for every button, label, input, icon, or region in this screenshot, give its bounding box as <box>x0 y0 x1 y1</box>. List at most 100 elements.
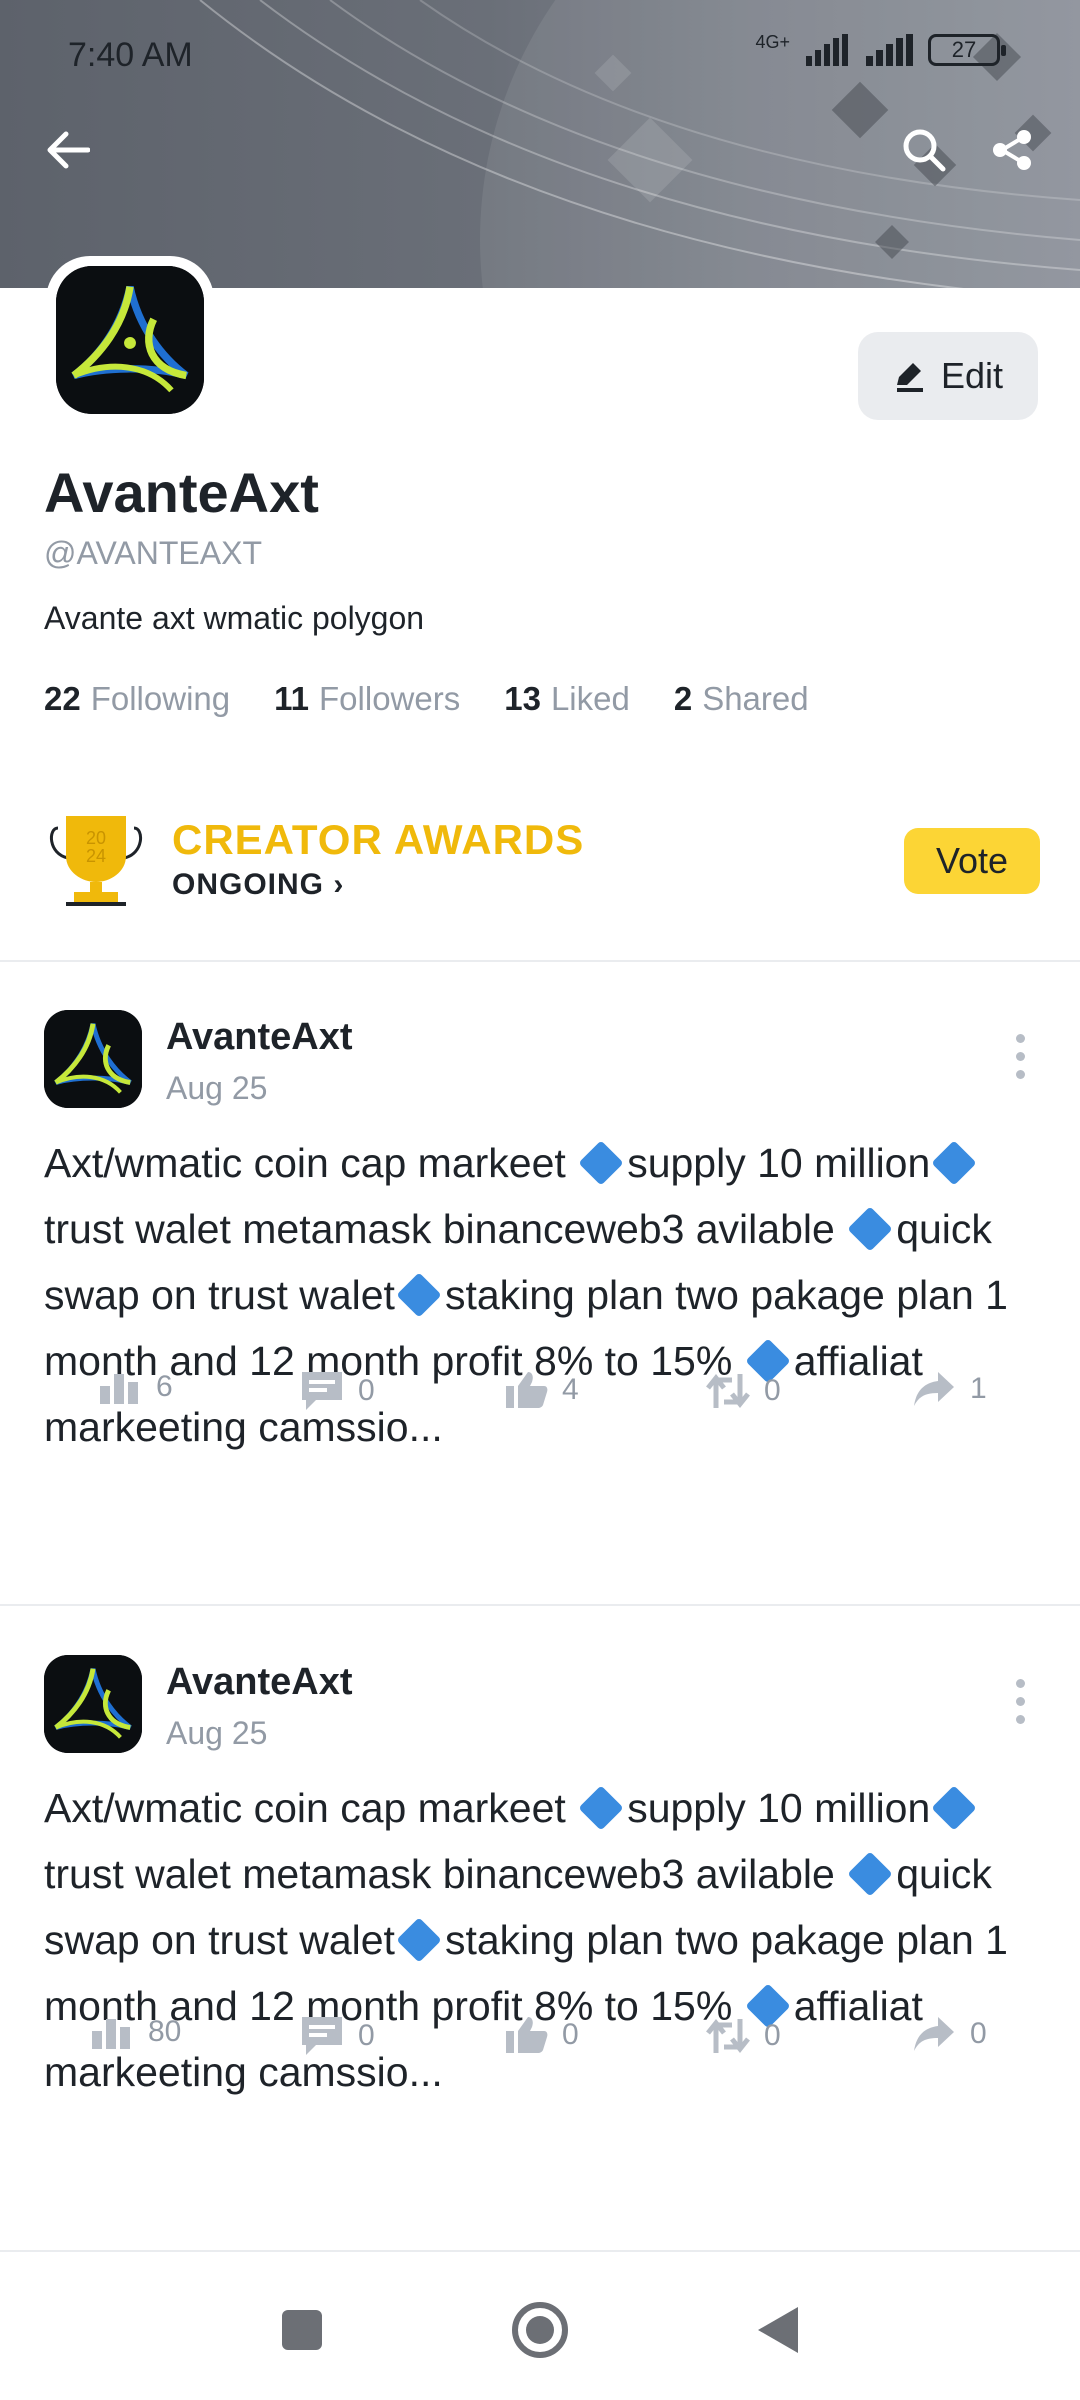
edit-label: Edit <box>940 355 1004 396</box>
avante-logo-icon <box>56 266 204 414</box>
awards-title: CREATOR AWARDS <box>172 816 585 863</box>
repost-count: 0 <box>764 2019 781 2052</box>
post-text-segment: trust walet metamask binanceweb3 avilabl… <box>44 1206 847 1252</box>
vote-button[interactable]: Vote <box>904 828 1040 894</box>
stat-count: 22 <box>44 680 81 717</box>
blue-diamond-icon <box>847 1851 893 1897</box>
comment-count: 0 <box>358 1374 375 1407</box>
post-divider <box>0 1604 1080 1606</box>
stat-label: Shared <box>702 680 809 717</box>
stat-count: 13 <box>504 680 541 717</box>
blue-diamond-icon <box>931 1785 977 1831</box>
forward-icon <box>914 1372 954 1406</box>
post-avatar[interactable] <box>44 1655 142 1753</box>
avante-logo-icon <box>44 1655 142 1753</box>
awards-subtitle: ONGOING › <box>172 868 345 901</box>
network-label: 4G+ <box>755 32 790 52</box>
forward-icon <box>914 2017 954 2051</box>
forward-action[interactable]: 0 <box>912 2015 987 2053</box>
more-options-icon[interactable] <box>1010 1679 1030 1729</box>
post-text-segment: trust walet metamask binanceweb3 avilabl… <box>44 1851 847 1897</box>
views-count: 80 <box>148 2015 182 2048</box>
post-text-segment: Axt/wmatic coin cap markeet <box>44 1140 578 1186</box>
blue-diamond-icon <box>396 1917 442 1963</box>
stat-liked[interactable]: 13 Liked <box>504 680 630 718</box>
comment-icon <box>302 1372 342 1410</box>
system-nav-bar <box>0 2252 1080 2400</box>
repost-icon <box>706 2018 750 2054</box>
views-action[interactable]: 80 <box>90 2015 181 2049</box>
profile-bio: Avante axt wmatic polygon <box>44 600 425 636</box>
profile-avatar[interactable] <box>46 256 214 424</box>
post-actions: 80 0 0 0 0 <box>0 2015 1080 2085</box>
share-icon <box>993 130 1031 170</box>
share-button[interactable] <box>980 118 1044 182</box>
forward-action[interactable]: 1 <box>912 1370 987 1408</box>
post-text-segment: Axt/wmatic coin cap markeet <box>44 1785 578 1831</box>
blue-diamond-icon <box>931 1140 977 1186</box>
profile-handle: @AVANTEAXT <box>44 535 262 571</box>
comment-count: 0 <box>358 2019 375 2052</box>
edit-profile-button[interactable]: Edit <box>858 332 1038 420</box>
post-author[interactable]: AvanteAxt <box>166 1661 353 1704</box>
comment-action[interactable]: 0 <box>300 2015 375 2057</box>
bar-chart-icon <box>100 1374 138 1404</box>
stat-shared[interactable]: 2 Shared <box>674 680 809 718</box>
post-text-segment: supply 10 million <box>627 1785 931 1831</box>
status-indicators: 4G+ 27 <box>755 32 1006 66</box>
pencil-icon <box>896 363 923 392</box>
recents-button[interactable] <box>262 2290 342 2370</box>
home-button[interactable] <box>500 2290 580 2370</box>
like-count: 0 <box>562 2018 579 2051</box>
forward-count: 0 <box>970 2017 987 2050</box>
post-text-segment: supply 10 million <box>627 1140 931 1186</box>
thumbs-up-icon <box>506 2017 548 2053</box>
back-nav-button[interactable] <box>738 2290 818 2370</box>
like-action[interactable]: 4 <box>504 1370 579 1410</box>
search-icon <box>903 129 946 172</box>
blue-diamond-icon <box>396 1272 442 1318</box>
stat-count: 2 <box>673 680 693 717</box>
profile-banner: 7:40 AM 4G+ 27 <box>0 0 1080 288</box>
back-button[interactable] <box>36 118 100 182</box>
repost-action[interactable]: 0 <box>706 2015 781 2057</box>
repost-action[interactable]: 0 <box>706 1370 781 1412</box>
profile-stats: 22 Following 11 Followers 13 Liked 2 Shared <box>44 680 809 718</box>
signal-icon-2 <box>866 34 913 66</box>
triangle-back-icon <box>758 2307 798 2353</box>
stat-followers[interactable]: 11 Followers <box>274 680 460 718</box>
post-date: Aug 25 <box>166 1715 268 1751</box>
thumbs-up-icon <box>506 1372 548 1408</box>
more-options-icon[interactable] <box>1010 1034 1030 1084</box>
battery-icon: 27 <box>928 34 1006 66</box>
comment-icon <box>302 2017 342 2055</box>
avante-logo-icon <box>44 1010 142 1108</box>
creator-awards-banner[interactable]: 20 24 CREATOR AWARDS ONGOING › Vote <box>44 810 1040 910</box>
post-author[interactable]: AvanteAxt <box>166 1016 353 1059</box>
section-divider <box>0 960 1080 962</box>
repost-count: 0 <box>764 1374 781 1407</box>
post-avatar[interactable] <box>44 1010 142 1108</box>
post-actions: 6 0 4 0 1 <box>0 1370 1080 1440</box>
comment-action[interactable]: 0 <box>300 1370 375 1412</box>
stat-following[interactable]: 22 Following <box>44 680 230 718</box>
bar-chart-icon <box>92 2019 130 2049</box>
stat-count: 11 <box>274 680 310 717</box>
search-button[interactable] <box>892 118 956 182</box>
stat-label: Following <box>90 680 231 717</box>
like-action[interactable]: 0 <box>504 2015 579 2055</box>
views-action[interactable]: 6 <box>98 1370 173 1404</box>
views-count: 6 <box>156 1370 173 1403</box>
blue-diamond-icon <box>847 1206 893 1252</box>
home-circle-icon <box>512 2302 568 2358</box>
trophy-year-bottom: 24 <box>86 846 106 866</box>
arrow-left-icon <box>47 131 90 169</box>
profile-name: AvanteAxt <box>44 461 319 524</box>
trophy-year-top: 20 <box>86 828 106 848</box>
trophy-icon: 20 24 <box>49 816 143 906</box>
post-date: Aug 25 <box>166 1070 268 1106</box>
blue-diamond-icon <box>578 1140 624 1186</box>
status-time: 7:40 AM <box>68 36 193 74</box>
blue-diamond-icon <box>578 1785 624 1831</box>
forward-count: 1 <box>970 1372 987 1405</box>
